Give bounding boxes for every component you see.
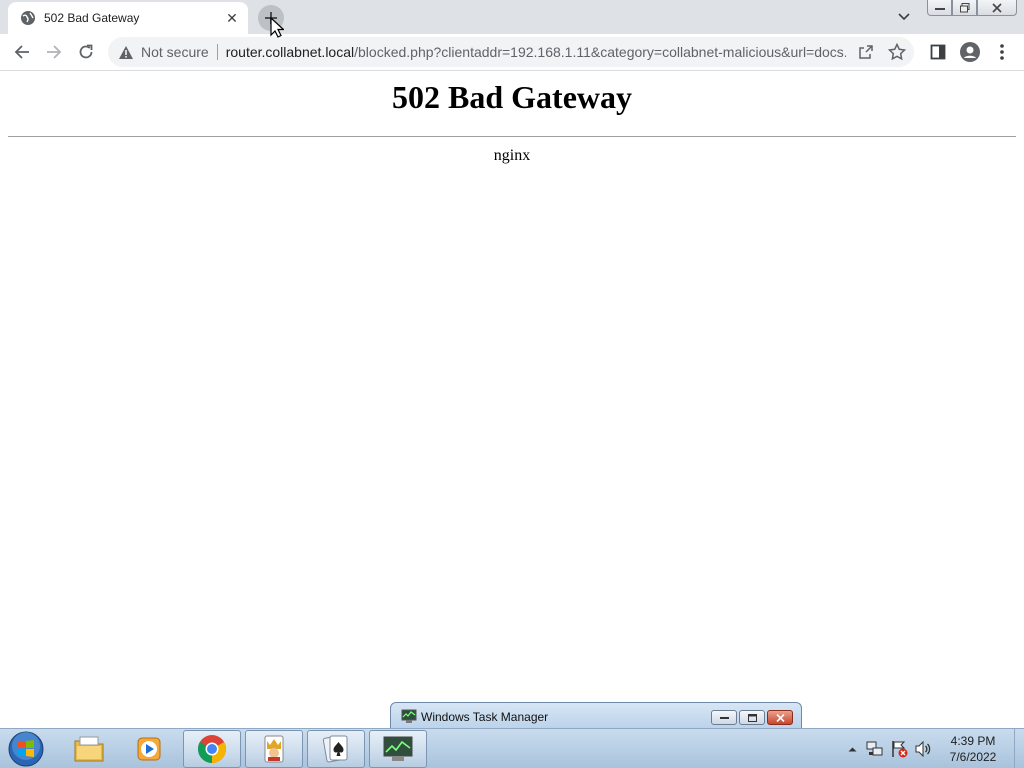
restore-button[interactable] bbox=[952, 0, 977, 16]
address-bar[interactable]: Not secure router.collabnet.local/blocke… bbox=[108, 37, 914, 67]
taskbar-chrome[interactable] bbox=[183, 730, 241, 768]
reload-icon bbox=[79, 44, 93, 59]
start-button[interactable] bbox=[6, 730, 46, 768]
taskbar-task-manager[interactable] bbox=[369, 730, 427, 768]
url-path: /blocked.php?clientaddr=192.168.1.11&cat… bbox=[354, 44, 846, 60]
action-center-icon[interactable] bbox=[890, 740, 908, 758]
share-icon[interactable] bbox=[858, 44, 874, 60]
forward-button[interactable] bbox=[40, 38, 68, 66]
taskbar-hearts[interactable] bbox=[245, 730, 303, 768]
taskbar: 4:39 PM 7/6/2022 bbox=[0, 728, 1024, 768]
file-explorer-icon bbox=[74, 736, 104, 762]
task-manager-window[interactable]: Windows Task Manager bbox=[390, 702, 802, 728]
browser-toolbar: Not secure router.collabnet.local/blocke… bbox=[0, 34, 1024, 71]
chrome-icon bbox=[198, 735, 226, 763]
volume-icon[interactable] bbox=[914, 740, 932, 758]
tab-close-button[interactable]: ✕ bbox=[222, 8, 242, 28]
back-arrow-icon bbox=[14, 45, 29, 59]
tab-title: 502 Bad Gateway bbox=[44, 11, 140, 25]
media-player-icon bbox=[137, 737, 161, 761]
close-window-button[interactable] bbox=[977, 0, 1017, 16]
mouse-cursor bbox=[270, 16, 286, 39]
taskbar-explorer[interactable] bbox=[60, 730, 118, 768]
clock[interactable]: 4:39 PM 7/6/2022 bbox=[940, 733, 1006, 765]
back-button[interactable] bbox=[8, 38, 36, 66]
browser-tab[interactable]: 502 Bad Gateway ✕ bbox=[8, 2, 248, 34]
taskbar-solitaire[interactable] bbox=[307, 730, 365, 768]
task-manager-title: Windows Task Manager bbox=[421, 710, 549, 724]
task-manager-icon bbox=[383, 736, 413, 761]
tab-search-button[interactable] bbox=[894, 8, 914, 26]
game-hearts-icon bbox=[264, 735, 284, 763]
warning-icon[interactable] bbox=[118, 44, 134, 60]
screen: 502 Bad Gateway ✕ Not secure router.coll… bbox=[0, 0, 1024, 768]
task-manager-controls bbox=[711, 710, 793, 725]
globe-icon bbox=[20, 10, 36, 26]
menu-button[interactable] bbox=[988, 38, 1016, 66]
show-hidden-icons-button[interactable] bbox=[843, 740, 861, 758]
reload-button[interactable] bbox=[72, 38, 100, 66]
divider bbox=[8, 136, 1016, 137]
windows-logo-icon bbox=[8, 731, 44, 767]
tm-maximize-button[interactable] bbox=[739, 710, 765, 725]
chevron-down-icon bbox=[898, 13, 910, 21]
side-panel-button[interactable] bbox=[924, 38, 952, 66]
avatar-icon bbox=[960, 42, 980, 62]
chevron-up-icon bbox=[848, 747, 856, 752]
solitaire-icon bbox=[322, 735, 348, 763]
show-desktop-button[interactable] bbox=[1014, 729, 1024, 768]
web-page: 502 Bad Gateway nginx bbox=[0, 71, 1024, 728]
server-name: nginx bbox=[493, 147, 531, 164]
network-icon[interactable] bbox=[866, 740, 884, 758]
clock-date: 7/6/2022 bbox=[949, 750, 997, 764]
tab-strip: 502 Bad Gateway ✕ bbox=[0, 0, 1024, 34]
minimize-button[interactable] bbox=[927, 0, 952, 16]
window-controls bbox=[927, 0, 1019, 18]
omnibox-divider bbox=[216, 44, 218, 60]
url-text[interactable]: router.collabnet.local/blocked.php?clien… bbox=[226, 44, 846, 60]
side-panel-icon bbox=[930, 44, 946, 60]
clock-time: 4:39 PM bbox=[950, 734, 996, 748]
security-label[interactable]: Not secure bbox=[141, 44, 209, 60]
profile-button[interactable] bbox=[956, 38, 984, 66]
task-manager-icon bbox=[401, 708, 417, 724]
kebab-menu-icon bbox=[1000, 44, 1004, 60]
pointer-cursor-icon bbox=[270, 16, 286, 38]
page-title: 502 Bad Gateway bbox=[392, 79, 632, 115]
forward-arrow-icon bbox=[47, 45, 62, 59]
bookmark-star-icon[interactable] bbox=[887, 42, 907, 61]
url-host: router.collabnet.local bbox=[225, 44, 355, 60]
tm-minimize-button[interactable] bbox=[711, 710, 737, 725]
tm-close-button[interactable] bbox=[767, 710, 793, 725]
taskbar-media-player[interactable] bbox=[120, 730, 178, 768]
